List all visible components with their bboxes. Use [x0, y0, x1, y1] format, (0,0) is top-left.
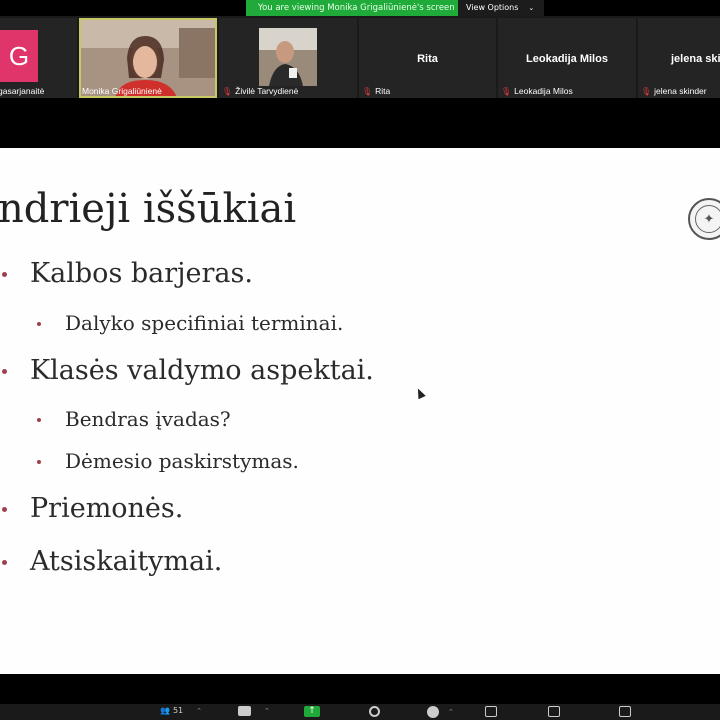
letterbox-bar [0, 98, 720, 148]
notes-icon [619, 706, 631, 717]
bullet-dot-icon [2, 507, 7, 512]
notes-button[interactable] [619, 706, 631, 717]
mic-muted-icon: 🎙 [362, 86, 373, 96]
bullet-dot-icon [37, 322, 41, 326]
meeting-toolbar: 👥 51 ⌃ ⌃ ↑ ⌃ [0, 674, 720, 720]
participant-display-name: jelena skir [671, 53, 720, 65]
chevron-up-icon[interactable]: ⌃ [196, 707, 202, 715]
chat-button[interactable]: ⌃ [238, 706, 270, 716]
shared-screen-slide: ndrieji iššūkiai ✦ Kalbos barjeras. Daly… [0, 148, 720, 674]
share-screen-icon: ↑ [304, 706, 320, 717]
participant-tile[interactable]: G gasarjanaitė [0, 18, 77, 98]
mic-muted-icon: 🎙 [222, 86, 233, 96]
participants-icon: 👥 [160, 706, 170, 715]
participant-name: 🎙 Rita [362, 86, 391, 96]
share-screen-button[interactable]: ↑ [304, 706, 320, 717]
record-icon [369, 706, 380, 717]
reactions-button[interactable]: ⌃ [427, 706, 454, 718]
participant-display-name: Rita [417, 53, 438, 65]
participants-button[interactable]: 👥 51 ⌃ [160, 706, 202, 715]
bullet-dot-icon [2, 369, 7, 374]
view-options-button[interactable]: View Options ⌄ [458, 0, 544, 16]
participant-tile[interactable]: Rita 🎙 Rita [359, 18, 496, 98]
participant-strip: G gasarjanaitė Monika Grigaliūnienė 🎙 Ži… [0, 16, 720, 98]
reactions-icon [427, 706, 439, 718]
participant-tile[interactable]: 🎙 Živilė Tarvydienė [219, 18, 357, 98]
record-button[interactable] [369, 706, 380, 717]
participant-name: 🎙 jelena skinder [641, 86, 707, 96]
mic-muted-icon: 🎙 [641, 86, 652, 96]
whiteboard-button[interactable] [548, 706, 560, 717]
bullet-dot-icon [2, 272, 7, 277]
bullet-dot-icon [37, 418, 41, 422]
participant-name: Monika Grigaliūnienė [82, 86, 162, 96]
participant-name: 🎙 Leokadija Milos [501, 86, 573, 96]
view-options-label: View Options [466, 3, 519, 12]
bullet-dot-icon [37, 460, 41, 464]
participant-tile[interactable]: Leokadija Milos 🎙 Leokadija Milos [498, 18, 636, 98]
chat-icon [238, 706, 251, 716]
apps-icon [485, 706, 497, 717]
whiteboard-icon [548, 706, 560, 717]
participants-count: 51 [172, 706, 184, 715]
participant-display-name: Leokadija Milos [526, 53, 608, 65]
mic-muted-icon: 🎙 [501, 86, 512, 96]
viewing-screen-label: You are viewing Monika Grigaliūnienė's s… [246, 0, 458, 16]
participant-name: 🎙 Živilė Tarvydienė [222, 86, 299, 96]
participant-tile[interactable]: jelena skir 🎙 jelena skinder [638, 18, 720, 98]
chevron-up-icon[interactable]: ⌃ [448, 708, 454, 716]
avatar: G [0, 30, 38, 82]
university-seal-icon: ✦ [688, 198, 720, 240]
apps-button[interactable] [485, 706, 497, 717]
screen-share-banner: You are viewing Monika Grigaliūnienė's s… [246, 0, 544, 16]
participant-tile-active[interactable]: Monika Grigaliūnienė [79, 18, 217, 98]
slide-title: ndrieji iššūkiai [0, 186, 297, 232]
mouse-cursor-icon [414, 386, 426, 400]
bullet-dot-icon [2, 560, 7, 565]
chevron-up-icon[interactable]: ⌃ [264, 707, 270, 715]
participant-name: gasarjanaitė [0, 86, 45, 96]
chevron-down-icon: ⌄ [528, 4, 535, 12]
